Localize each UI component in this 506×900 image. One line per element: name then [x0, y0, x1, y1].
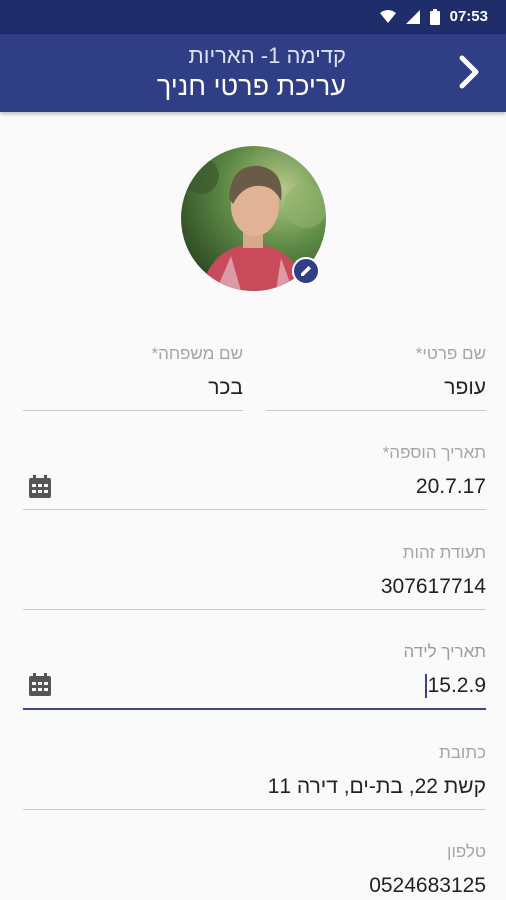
- birth-date-underline: [23, 708, 486, 710]
- status-time: 07:53: [449, 8, 488, 25]
- first-name-field[interactable]: שם פרטי* עופר: [266, 344, 486, 412]
- edit-photo-button[interactable]: [292, 257, 320, 285]
- last-name-input[interactable]: בכר: [23, 376, 243, 404]
- add-date-field[interactable]: תאריך הוספה* 20.7.17: [23, 443, 486, 511]
- calendar-icon[interactable]: [28, 475, 52, 499]
- last-name-label: שם משפחה*: [151, 344, 243, 363]
- app-bar: קדימה 1- האריות עריכת פרטי חניך: [0, 34, 506, 112]
- page-title: עריכת פרטי חניך: [156, 71, 346, 101]
- first-name-input[interactable]: עופר: [266, 376, 486, 404]
- id-number-field[interactable]: תעודת זהות 307617714: [23, 543, 486, 611]
- header-subtitle: קדימה 1- האריות: [188, 43, 346, 68]
- id-number-input[interactable]: 307617714: [23, 575, 486, 603]
- battery-icon: [429, 8, 440, 25]
- address-input[interactable]: קשת 22, בת-ים, דירה 11: [23, 775, 486, 803]
- first-name-underline: [266, 410, 486, 411]
- phone-label: טלפון: [447, 842, 486, 861]
- add-date-input[interactable]: 20.7.17: [23, 475, 486, 503]
- chevron-right-icon: [459, 55, 479, 89]
- status-bar: 07:53: [0, 0, 506, 34]
- last-name-field[interactable]: שם משפחה* בכר: [23, 344, 243, 412]
- phone-field[interactable]: טלפון 0524683125: [23, 842, 486, 900]
- address-label: כתובת: [439, 743, 486, 762]
- add-date-underline: [23, 509, 486, 510]
- text-cursor: [424, 674, 427, 699]
- header-titles: קדימה 1- האריות עריכת פרטי חניך: [157, 42, 346, 102]
- phone-input[interactable]: 0524683125: [23, 874, 486, 900]
- birth-date-label: תאריך לידה: [403, 642, 487, 661]
- pencil-icon: [301, 266, 311, 276]
- add-date-label: תאריך הוספה*: [382, 443, 486, 462]
- back-button[interactable]: [452, 54, 488, 90]
- birth-date-value: 15.2.9: [427, 674, 486, 697]
- id-number-underline: [23, 609, 486, 610]
- first-name-label: שם פרטי*: [415, 344, 486, 363]
- birth-date-field[interactable]: תאריך לידה 15.2.9: [23, 642, 486, 712]
- avatar-container[interactable]: [181, 146, 326, 291]
- address-field[interactable]: כתובת קשת 22, בת-ים, דירה 11: [23, 743, 486, 811]
- birth-date-input[interactable]: 15.2.9: [23, 674, 486, 702]
- address-underline: [23, 809, 486, 810]
- id-number-label: תעודת זהות: [402, 543, 486, 562]
- signal-icon: [405, 9, 420, 24]
- calendar-icon[interactable]: [28, 673, 52, 697]
- last-name-underline: [23, 410, 243, 411]
- status-icons: 07:53: [379, 8, 488, 25]
- wifi-icon: [379, 9, 396, 23]
